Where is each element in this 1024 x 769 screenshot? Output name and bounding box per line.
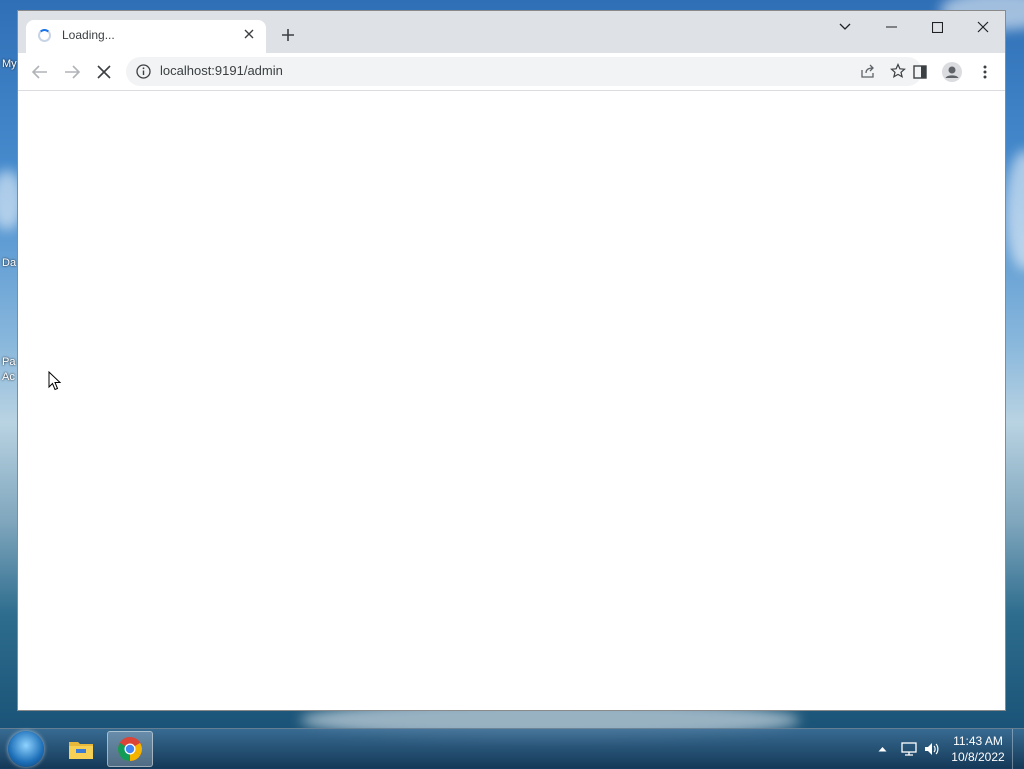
volume-icon[interactable] <box>923 729 941 769</box>
loading-spinner-icon <box>38 29 51 42</box>
folder-icon <box>69 742 93 759</box>
mouse-cursor <box>48 370 62 395</box>
share-icon[interactable] <box>860 64 876 83</box>
maximize-icon <box>931 21 943 33</box>
side-panel-icon <box>913 65 927 79</box>
taskbar: 11:43 AM 10/8/2022 <box>0 728 1024 769</box>
new-tab-button[interactable] <box>276 24 300 48</box>
menu-button[interactable] <box>971 58 999 86</box>
desktop-icon-label[interactable]: Pa <box>2 356 15 368</box>
clock-time: 11:43 AM <box>953 734 1003 748</box>
caret-up-icon <box>878 747 887 752</box>
show-desktop-button[interactable] <box>1012 729 1024 769</box>
stop-button[interactable] <box>90 58 118 86</box>
cloud <box>1005 150 1024 270</box>
taskbar-app-file-explorer[interactable] <box>58 731 104 767</box>
back-arrow-icon <box>32 65 47 79</box>
windows-start-icon[interactable] <box>8 731 44 767</box>
close-icon[interactable] <box>240 25 258 43</box>
taskbar-clock[interactable]: 11:43 AM 10/8/2022 <box>948 733 1008 765</box>
profile-button[interactable] <box>938 58 966 86</box>
browser-tab[interactable]: Loading... <box>26 20 266 53</box>
info-icon[interactable] <box>136 64 151 83</box>
page-content[interactable] <box>18 91 1005 710</box>
kebab-menu-icon <box>983 65 987 79</box>
tab-search-button[interactable] <box>822 13 868 41</box>
clock-date: 10/8/2022 <box>951 750 1005 764</box>
minimize-button[interactable] <box>868 13 914 41</box>
maximize-button[interactable] <box>914 13 960 41</box>
star-icon[interactable] <box>890 63 906 83</box>
chevron-down-icon <box>839 23 851 30</box>
forward-arrow-icon <box>65 65 80 79</box>
back-button[interactable] <box>26 58 54 86</box>
desktop-icon-label[interactable]: Ac <box>2 371 15 383</box>
browser-window: Loading... localhost:9191/admin <box>17 10 1006 711</box>
chrome-icon <box>117 737 142 761</box>
profile-icon <box>942 62 962 82</box>
forward-button[interactable] <box>58 58 86 86</box>
taskbar-app-chrome[interactable] <box>107 731 153 767</box>
desktop-icon-label[interactable]: My <box>2 58 17 70</box>
side-panel-button[interactable] <box>906 58 934 86</box>
window-close-button[interactable] <box>960 13 1006 41</box>
url-text[interactable]: localhost:9191/admin <box>160 63 283 78</box>
show-hidden-icons-button[interactable] <box>878 729 887 769</box>
tab-title: Loading... <box>62 28 115 42</box>
address-bar[interactable]: localhost:9191/admin <box>126 57 922 86</box>
plus-icon <box>282 29 294 41</box>
tab-strip: Loading... <box>18 11 1005 53</box>
stop-icon <box>97 65 111 79</box>
desktop-icon-label[interactable]: Da <box>2 257 16 269</box>
browser-toolbar: localhost:9191/admin <box>18 53 1005 91</box>
minimize-icon <box>885 26 897 28</box>
network-icon[interactable] <box>900 729 918 769</box>
close-icon <box>977 21 989 33</box>
